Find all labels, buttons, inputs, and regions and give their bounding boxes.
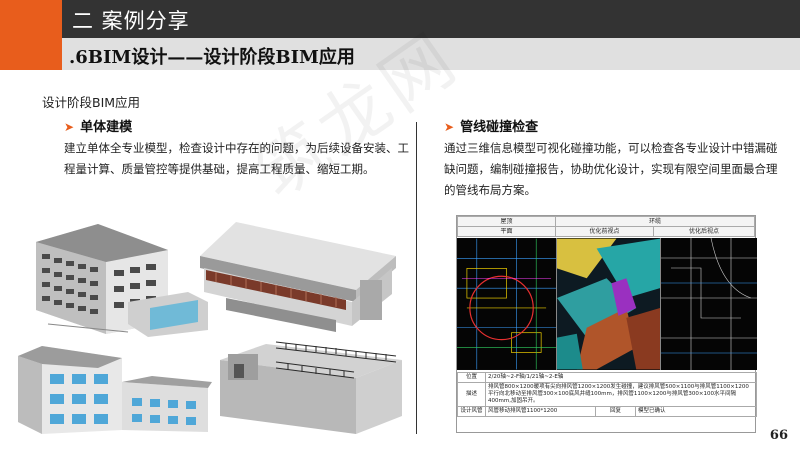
section-label: 设计阶段BIM应用 <box>42 95 141 110</box>
building-model-rooftop-image <box>220 341 402 434</box>
right-heading-text: 管线碰撞检查 <box>460 120 539 135</box>
chapter-title: 二 案例分享 <box>72 9 190 33</box>
left-heading-text: 单体建模 <box>80 120 133 135</box>
bullet-arrow-icon: ➤ <box>444 120 455 134</box>
confirm-value: 模型已确认 <box>635 406 757 417</box>
design-label: 设计风管 <box>457 406 486 417</box>
page-number: 66 <box>769 428 788 443</box>
left-column-body: 建立单体全专业模型，检查设计中存在的问题，为后续设备安装、工程量计算、质量管控等… <box>64 141 409 176</box>
header-accent-block <box>0 0 62 70</box>
report-sub-1: 平面 <box>457 226 556 237</box>
building-model-office-image <box>36 224 208 337</box>
confirm-label: 回复 <box>595 406 636 417</box>
clash-before-view-image <box>557 238 661 370</box>
clash-report-header: 屋顶 环缆 平面 优化前视点 优化后视点 <box>457 216 755 237</box>
right-column-body: 通过三维信息模型可视化碰撞功能，可以检查各专业设计中错漏碰缺问题，编制碰撞报告，… <box>444 141 778 197</box>
column-divider <box>416 122 417 434</box>
clash-report-info: 位置 2/20轴~2-F轴/1/21轴~2-E轴 描述 排风管800×1200暖… <box>457 372 757 417</box>
clash-after-view-image <box>661 238 757 370</box>
description-label: 描述 <box>457 382 486 407</box>
bullet-arrow-icon: ➤ <box>64 120 75 134</box>
clash-views <box>457 238 757 370</box>
building-model-lowrise-image <box>18 346 212 434</box>
position-value: 2/20轴~2-F轴/1/21轴~2-E轴 <box>485 372 757 383</box>
clash-plan-view-image <box>457 238 557 370</box>
left-column-heading: ➤ 单体建模 <box>64 116 132 135</box>
description-value: 排风管800×1200暖项有尖向排风管1200×1200发生碰撞，建议排风管50… <box>485 382 757 407</box>
report-col-1: 屋顶 <box>457 216 556 227</box>
section-title: .6BIM设计——设计阶段BIM应用 <box>69 47 355 68</box>
slide-header: 二 案例分享 <box>0 0 800 70</box>
building-model-warehouse-image <box>200 222 396 332</box>
report-sub-3: 优化后视点 <box>653 226 755 237</box>
report-sub-2: 优化前视点 <box>555 226 654 237</box>
section-header: .6BIM设计——设计阶段BIM应用 <box>62 38 800 70</box>
design-value: 风管移动排风管1100*1200 <box>485 406 596 417</box>
report-col-2: 环缆 <box>555 216 755 227</box>
clash-report-card: 屋顶 环缆 平面 优化前视点 优化后视点 位置 2/20轴~2-F轴/1/21轴… <box>456 215 757 433</box>
position-label: 位置 <box>457 372 486 383</box>
right-column-heading: ➤ 管线碰撞检查 <box>444 116 538 135</box>
